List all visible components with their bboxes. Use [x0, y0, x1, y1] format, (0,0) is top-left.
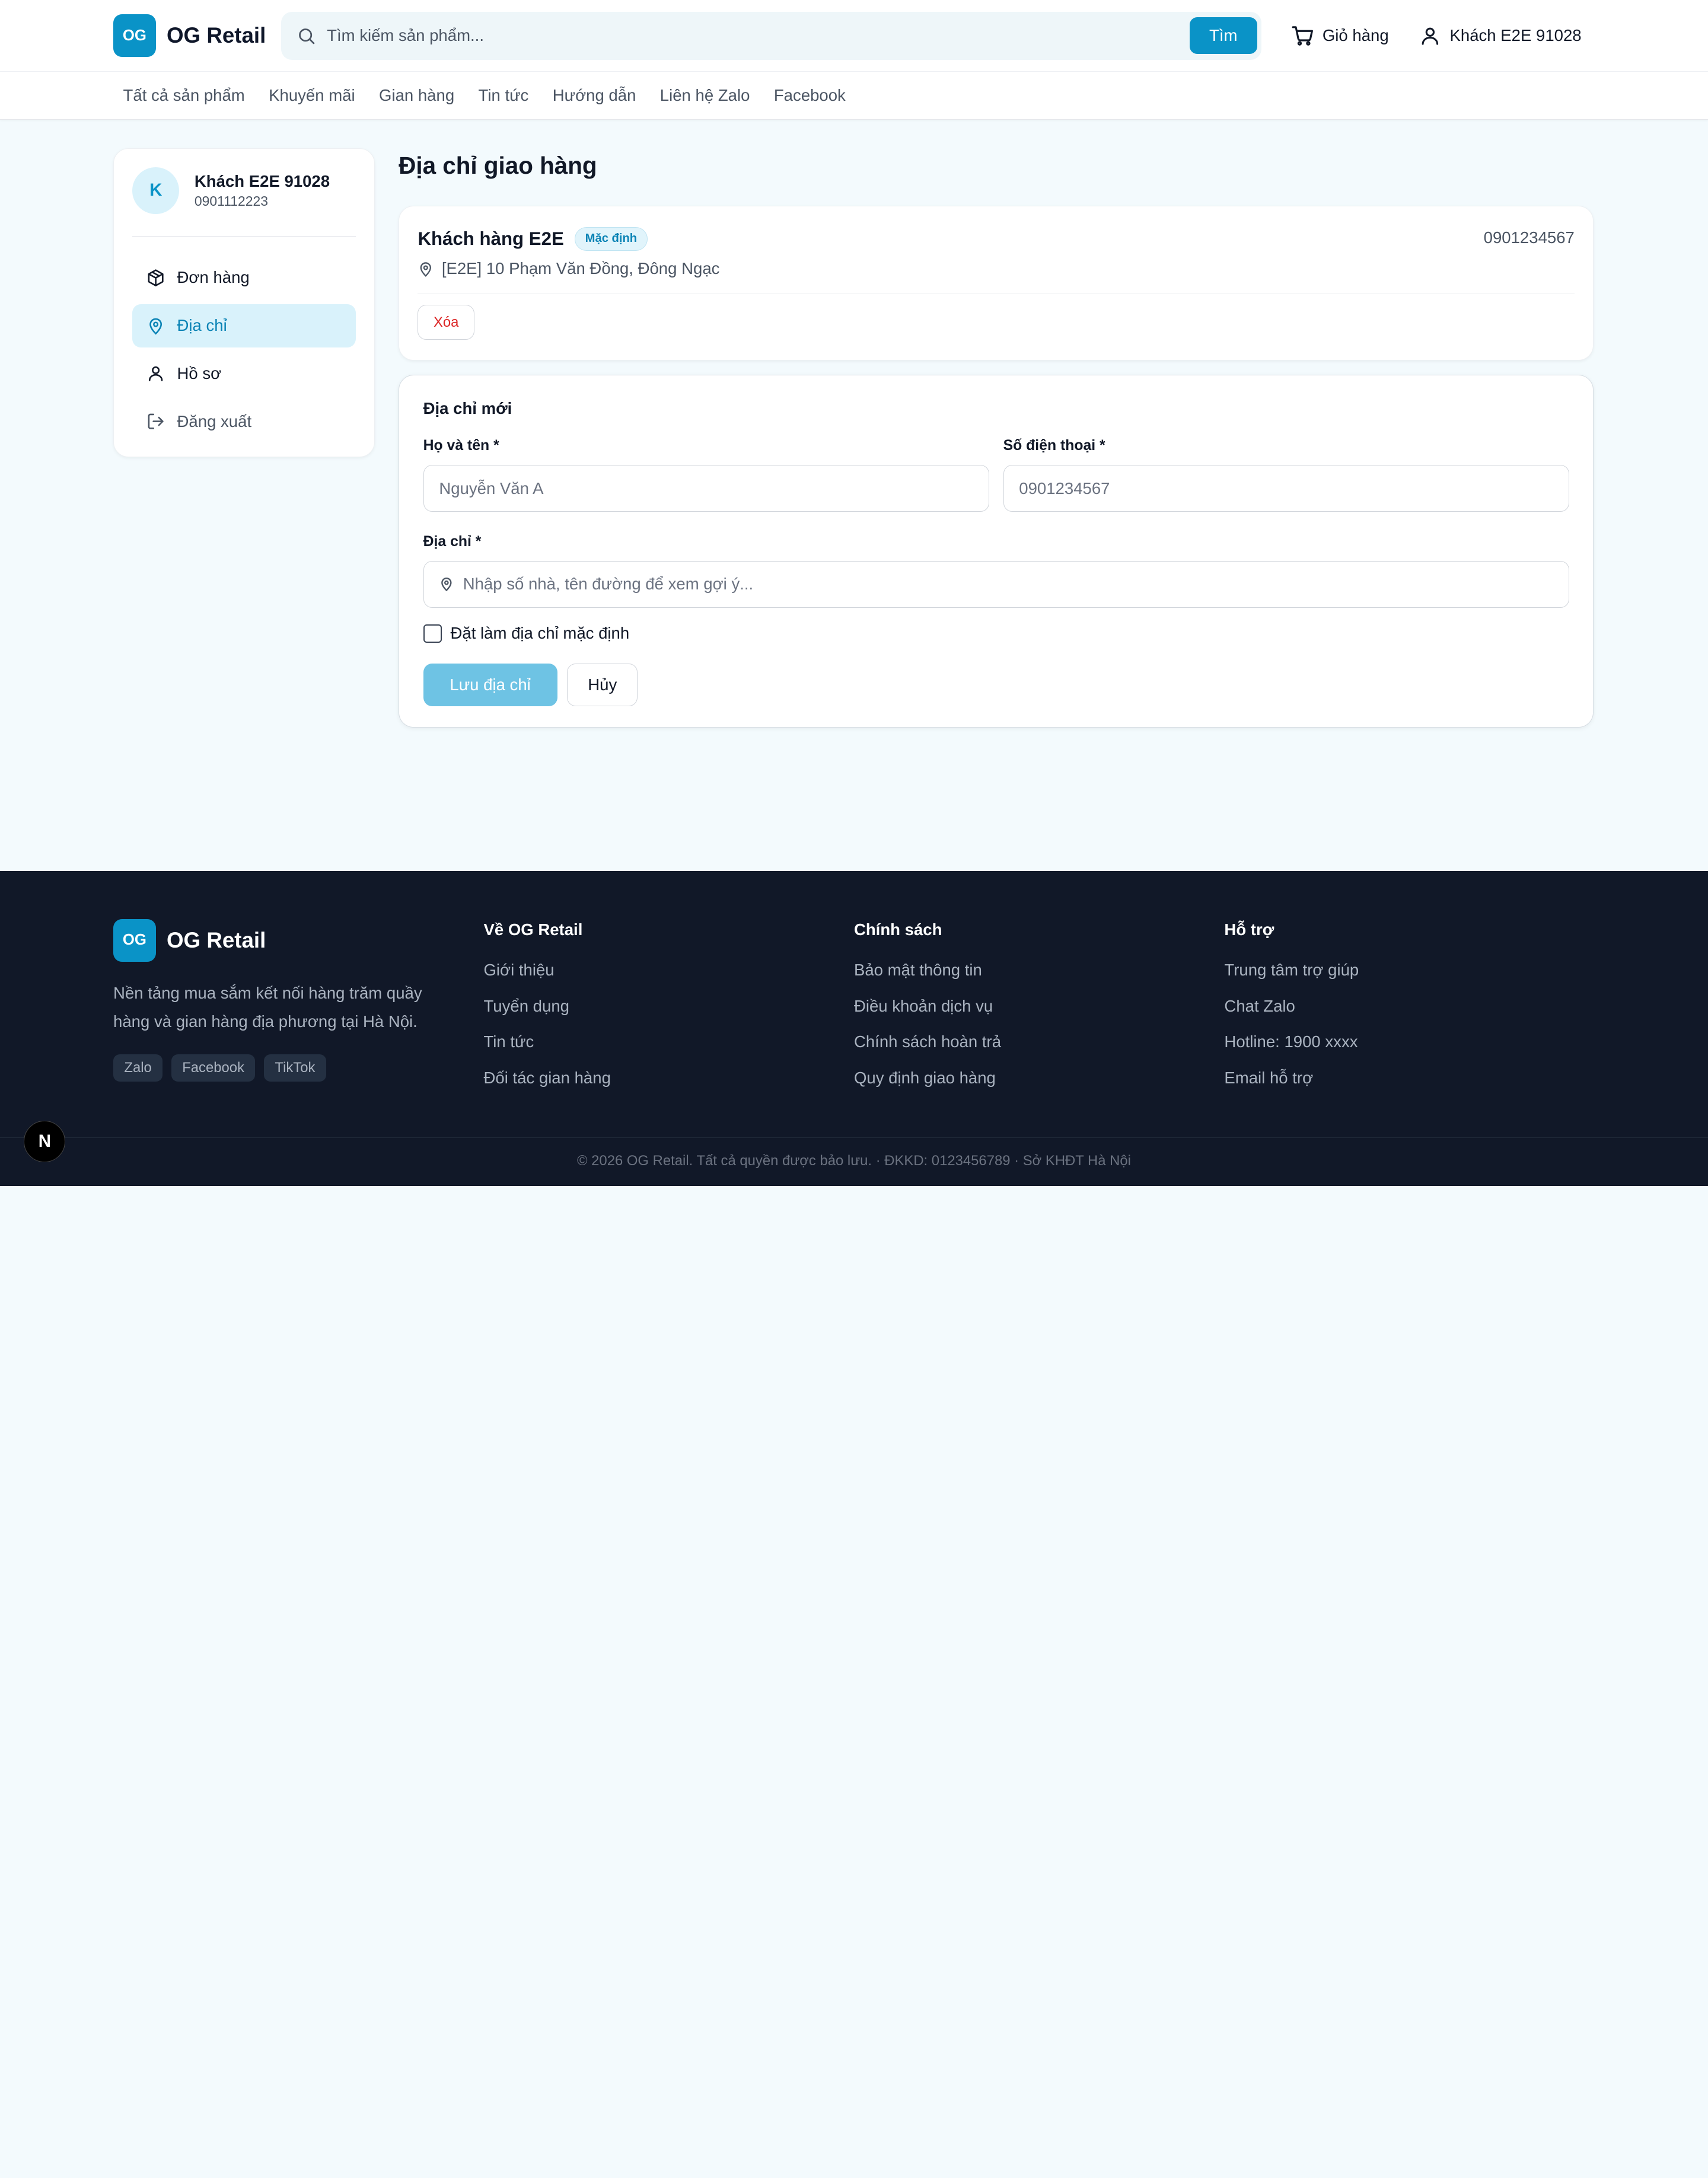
page-title: Địa chỉ giao hàng	[399, 151, 597, 179]
address-phone: 0901234567	[1483, 228, 1575, 247]
logo-mark: OG	[113, 14, 156, 57]
account-label: Khách E2E 91028	[1449, 26, 1582, 45]
map-pin-icon	[439, 576, 454, 592]
social-links: Zalo Facebook TikTok	[113, 1054, 483, 1082]
form-title: Địa chỉ mới	[423, 399, 512, 418]
footer-heading: Hỗ trợ	[1224, 920, 1274, 939]
footer-link[interactable]: Điều khoản dịch vụ	[854, 997, 1224, 1019]
social-tiktok[interactable]: TikTok	[264, 1054, 326, 1082]
footer-description: Nền tảng mua sắm kết nối hàng trăm quầy …	[113, 984, 422, 1031]
main-nav: Tất cả sản phẩm Khuyến mãi Gian hàng Tin…	[0, 72, 1708, 120]
address-input[interactable]	[463, 575, 1553, 594]
nav-promotions[interactable]: Khuyến mãi	[269, 86, 355, 105]
search-bar: Tìm	[281, 11, 1262, 60]
brand-name: OG Retail	[167, 23, 266, 48]
sidebar-item-label: Đơn hàng	[177, 268, 250, 287]
profile-name: Khách E2E 91028	[194, 172, 330, 191]
package-icon	[146, 269, 165, 287]
map-pin-icon	[146, 317, 165, 335]
footer-link[interactable]: Chính sách hoàn trả	[854, 1032, 1224, 1054]
sidebar-item-label: Hồ sơ	[177, 364, 222, 383]
footer-col-policy: Chính sách Bảo mật thông tin Điều khoản …	[854, 919, 1224, 1090]
name-label: Họ và tên *	[423, 438, 499, 454]
phone-field	[1003, 465, 1569, 512]
nav-facebook[interactable]: Facebook	[774, 86, 846, 105]
brand-logo[interactable]: OG OG Retail	[113, 14, 266, 57]
logo-mark: OG	[113, 919, 156, 962]
sidebar-item-addresses[interactable]: Địa chỉ	[132, 304, 356, 347]
default-address-label: Đặt làm địa chỉ mặc định	[450, 624, 630, 643]
footer-link[interactable]: Email hỗ trợ	[1224, 1069, 1594, 1090]
footer-link[interactable]: Bảo mật thông tin	[854, 961, 1224, 983]
account-sidebar: K Khách E2E 91028 0901112223 Đơn hàng Đị…	[113, 148, 375, 458]
address-recipient-name: Khách hàng E2E	[418, 228, 564, 249]
footer-col-about: Về OG Retail Giới thiệu Tuyển dụng Tin t…	[483, 919, 853, 1090]
sidebar-item-profile[interactable]: Hồ sơ	[132, 352, 355, 395]
sidebar-item-label: Đăng xuất	[177, 412, 252, 431]
name-field	[423, 465, 989, 512]
sidebar-item-label: Địa chỉ	[177, 316, 227, 335]
phone-input[interactable]	[1019, 479, 1553, 498]
footer-link[interactable]: Tin tức	[483, 1032, 853, 1054]
address-field	[423, 560, 1569, 608]
footer-heading: Về OG Retail	[483, 920, 583, 939]
logout-icon	[146, 412, 165, 431]
sidebar-item-logout[interactable]: Đăng xuất	[132, 400, 355, 443]
user-icon	[146, 364, 165, 382]
profile-phone: 0901112223	[194, 193, 269, 209]
footer-link[interactable]: Đối tác gian hàng	[483, 1069, 853, 1090]
cart-icon	[1291, 24, 1314, 47]
default-address-checkbox[interactable]	[423, 624, 442, 643]
user-icon	[1419, 25, 1441, 47]
footer-link[interactable]: Giới thiệu	[483, 961, 853, 983]
save-address-button[interactable]: Lưu địa chỉ	[423, 664, 557, 706]
footer-col-support: Hỗ trợ Trung tâm trợ giúp Chat Zalo Hotl…	[1224, 919, 1594, 1090]
account-menu: Đơn hàng Địa chỉ Hồ sơ Đăng xuất	[132, 256, 356, 444]
footer-link[interactable]: Chat Zalo	[1224, 997, 1594, 1019]
cart-label: Giỏ hàng	[1322, 26, 1389, 45]
footer-link[interactable]: Hotline: 1900 xxxx	[1224, 1032, 1594, 1054]
nav-zalo-contact[interactable]: Liên hệ Zalo	[660, 86, 750, 105]
address-label: Địa chỉ *	[423, 533, 482, 550]
account-link[interactable]: Khách E2E 91028	[1419, 25, 1582, 47]
footer-link[interactable]: Tuyển dụng	[483, 997, 853, 1019]
cancel-button[interactable]: Hủy	[567, 664, 638, 706]
name-input[interactable]	[439, 479, 974, 498]
profile-summary: K Khách E2E 91028 0901112223	[132, 167, 356, 237]
new-address-form: Địa chỉ mới Họ và tên * Số điện thoại * …	[399, 374, 1594, 728]
nav-guide[interactable]: Hướng dẫn	[553, 86, 636, 105]
phone-label: Số điện thoại *	[1003, 438, 1105, 454]
default-badge: Mặc định	[575, 227, 648, 251]
social-facebook[interactable]: Facebook	[171, 1054, 256, 1082]
delete-address-button[interactable]: Xóa	[418, 305, 474, 340]
nav-all-products[interactable]: Tất cả sản phẩm	[123, 86, 245, 105]
footer-heading: Chính sách	[853, 920, 942, 939]
site-footer: OG OG Retail Nền tảng mua sắm kết nối hà…	[0, 871, 1708, 1187]
search-icon	[297, 26, 316, 46]
copyright: © 2026 OG Retail. Tất cả quyền được bảo …	[0, 1137, 1708, 1170]
sidebar-item-orders[interactable]: Đơn hàng	[132, 256, 355, 299]
brand-name: OG Retail	[167, 927, 266, 952]
dev-tools-badge[interactable]: N	[24, 1120, 66, 1162]
map-pin-icon	[418, 261, 434, 278]
search-button[interactable]: Tìm	[1189, 17, 1257, 55]
social-zalo[interactable]: Zalo	[113, 1054, 163, 1082]
avatar: K	[132, 167, 180, 214]
page: OG OG Retail Tìm Giỏ hàng Khách E2E 9102…	[0, 0, 1708, 1187]
search-input[interactable]	[327, 26, 1190, 46]
address-text: [E2E] 10 Phạm Văn Đồng, Đông Ngạc	[441, 259, 720, 278]
footer-link[interactable]: Trung tâm trợ giúp	[1224, 961, 1594, 983]
saved-address-card: Khách hàng E2E Mặc định 0901234567 [E2E]…	[399, 206, 1594, 361]
cart-link[interactable]: Giỏ hàng	[1291, 24, 1389, 47]
footer-logo[interactable]: OG OG Retail	[113, 919, 483, 962]
footer-link[interactable]: Quy định giao hàng	[854, 1069, 1224, 1090]
nav-news[interactable]: Tin tức	[479, 86, 529, 105]
nav-stores[interactable]: Gian hàng	[379, 86, 454, 105]
top-header: OG OG Retail Tìm Giỏ hàng Khách E2E 9102…	[0, 0, 1708, 72]
main-content: Địa chỉ giao hàng Khách hàng E2E Mặc địn…	[399, 148, 1594, 728]
